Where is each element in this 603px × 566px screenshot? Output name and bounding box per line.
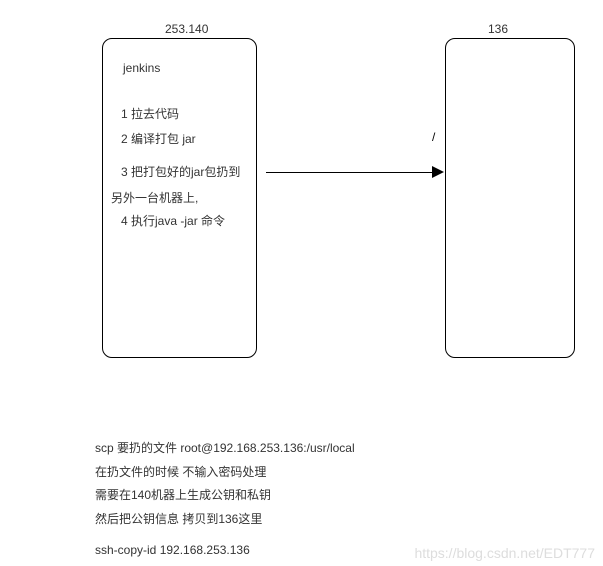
arrow-line [266, 172, 440, 173]
notes-block: scp 要扔的文件 root@192.168.253.136:/usr/loca… [95, 438, 355, 564]
jenkins-box: jenkins 1 拉去代码 2 编译打包 jar 3 把打包好的jar包扔到 … [102, 38, 257, 358]
note-line-4: 然后把公钥信息 拷贝到136这里 [95, 509, 355, 531]
arrow-head-icon [432, 166, 444, 178]
step-3b: 另外一台机器上, [111, 189, 246, 206]
step-3a: 3 把打包好的jar包扔到 [121, 163, 246, 182]
right-box-label: 136 [488, 22, 508, 36]
note-line-1: scp 要扔的文件 root@192.168.253.136:/usr/loca… [95, 438, 355, 460]
target-box [445, 38, 575, 358]
step-2: 2 编译打包 jar [121, 130, 246, 149]
step-1: 1 拉去代码 [121, 105, 246, 124]
arrow-mark: / [432, 130, 435, 144]
step-4: 4 执行java -jar 命令 [121, 212, 246, 231]
note-line-3: 需要在140机器上生成公钥和私钥 [95, 485, 355, 507]
note-line-5: ssh-copy-id 192.168.253.136 [95, 540, 355, 562]
watermark: https://blog.csdn.net/EDT777 [414, 545, 595, 561]
left-box-label: 253.140 [165, 22, 208, 36]
note-line-2: 在扔文件的时候 不输入密码处理 [95, 462, 355, 484]
jenkins-title: jenkins [123, 61, 246, 75]
